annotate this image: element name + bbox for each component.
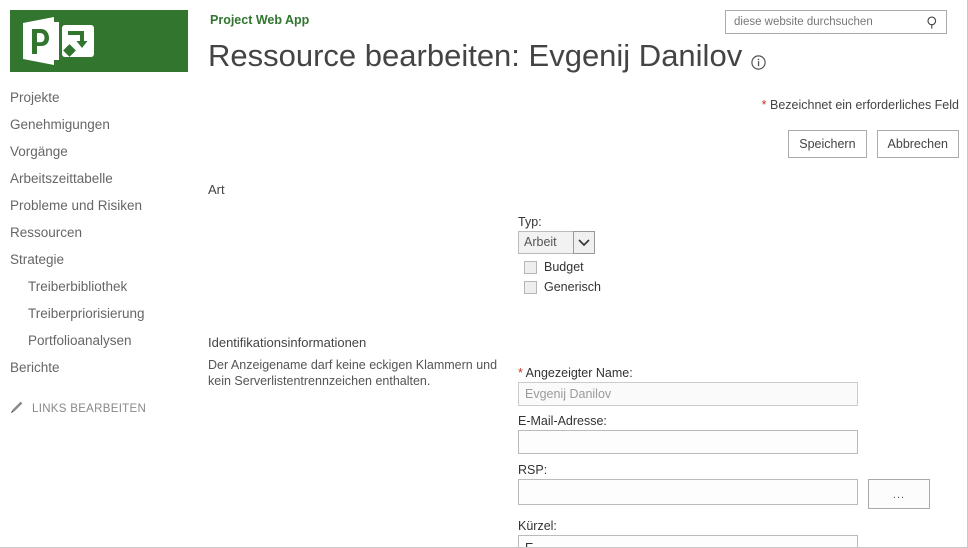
sidebar-item-projekte[interactable]: Projekte xyxy=(0,84,200,111)
page-title: Ressource bearbeiten: Evgenij Danilov xyxy=(208,34,766,78)
sidebar-item-strategie[interactable]: Strategie xyxy=(0,246,200,273)
sidebar-item-berichte[interactable]: Berichte xyxy=(0,354,200,381)
sidebar-item-probleme-und-risiken[interactable]: Probleme und Risiken xyxy=(0,192,200,219)
required-star: * xyxy=(761,98,767,112)
display-name-input[interactable] xyxy=(518,382,858,406)
page-title-text: Ressource bearbeiten: Evgenij Danilov xyxy=(208,38,743,73)
sidebar-item-portfolioanalysen[interactable]: Portfolioanalysen xyxy=(0,327,200,354)
generisch-checkbox[interactable] xyxy=(524,280,537,294)
kurzel-label: Kürzel: xyxy=(518,519,557,533)
info-icon[interactable] xyxy=(751,42,766,78)
identification-fields: * Angezeigter Name: E-Mail-Adresse: RSP:… xyxy=(518,366,930,547)
sidebar-item-treiberpriorisierung[interactable]: Treiberpriorisierung xyxy=(0,300,200,327)
identification-description: Der Anzeigename darf keine eckigen Klamm… xyxy=(208,358,498,388)
required-field-note: * Bezeichnet ein erforderliches Feld xyxy=(762,98,959,112)
suite-link[interactable]: Project Web App xyxy=(210,13,309,27)
cancel-button[interactable]: Abbrechen xyxy=(876,130,959,158)
typ-label: Typ: xyxy=(518,215,542,229)
chevron-down-icon[interactable] xyxy=(573,231,595,254)
email-label: E-Mail-Adresse: xyxy=(518,414,607,428)
sidebar-item-arbeitszeittabelle[interactable]: Arbeitszeittabelle xyxy=(0,165,200,192)
rsp-input[interactable] xyxy=(518,479,858,505)
rsp-browse-button[interactable]: ... xyxy=(868,479,930,509)
search-icon[interactable] xyxy=(920,11,946,33)
project-logo-icon[interactable] xyxy=(10,10,188,72)
pencil-icon xyxy=(10,400,24,417)
form-action-buttons: Speichern Abbrechen xyxy=(788,130,959,158)
sidebar-item-ressourcen[interactable]: Ressourcen xyxy=(0,219,200,246)
project-web-app-window: Projekte Genehmigungen Vorgänge Arbeitsz… xyxy=(0,0,968,548)
art-fields: Typ: Arbeit Budget Generisch xyxy=(518,215,601,294)
sidebar-item-vorgaenge[interactable]: Vorgänge xyxy=(0,138,200,165)
display-name-label-text: Angezeigter Name: xyxy=(525,366,633,380)
sidebar-item-treiberbibliothek[interactable]: Treiberbibliothek xyxy=(0,273,200,300)
required-note-text: Bezeichnet ein erforderliches Feld xyxy=(770,98,959,112)
budget-checkbox-row[interactable]: Budget xyxy=(518,260,601,274)
typ-dropdown[interactable]: Arbeit xyxy=(518,231,595,254)
edit-links-label: LINKS BEARBEITEN xyxy=(32,402,147,415)
email-input[interactable] xyxy=(518,430,858,454)
save-button[interactable]: Speichern xyxy=(788,130,867,158)
sidebar-nav: Projekte Genehmigungen Vorgänge Arbeitsz… xyxy=(0,84,200,381)
rsp-row: ... xyxy=(518,479,930,509)
rsp-label: RSP: xyxy=(518,463,548,477)
search-input[interactable] xyxy=(726,11,920,33)
typ-dropdown-value: Arbeit xyxy=(518,231,573,254)
generisch-checkbox-row[interactable]: Generisch xyxy=(518,280,601,294)
budget-checkbox[interactable] xyxy=(524,260,537,274)
sidebar-item-genehmigungen[interactable]: Genehmigungen xyxy=(0,111,200,138)
edit-links-button[interactable]: LINKS BEARBEITEN xyxy=(10,400,146,417)
section-heading-art: Art xyxy=(208,182,225,197)
section-heading-identification: Identifikationsinformationen xyxy=(208,335,367,350)
generisch-label: Generisch xyxy=(544,280,601,294)
sidebar: Projekte Genehmigungen Vorgänge Arbeitsz… xyxy=(0,0,200,547)
main-content: Project Web App Ressource bearbeiten: Ev… xyxy=(200,0,967,547)
display-name-required-star: * xyxy=(518,366,523,380)
search-box[interactable] xyxy=(725,10,947,34)
kurzel-input[interactable] xyxy=(518,535,858,547)
display-name-label: * Angezeigter Name: xyxy=(518,366,930,380)
budget-label: Budget xyxy=(544,260,584,274)
